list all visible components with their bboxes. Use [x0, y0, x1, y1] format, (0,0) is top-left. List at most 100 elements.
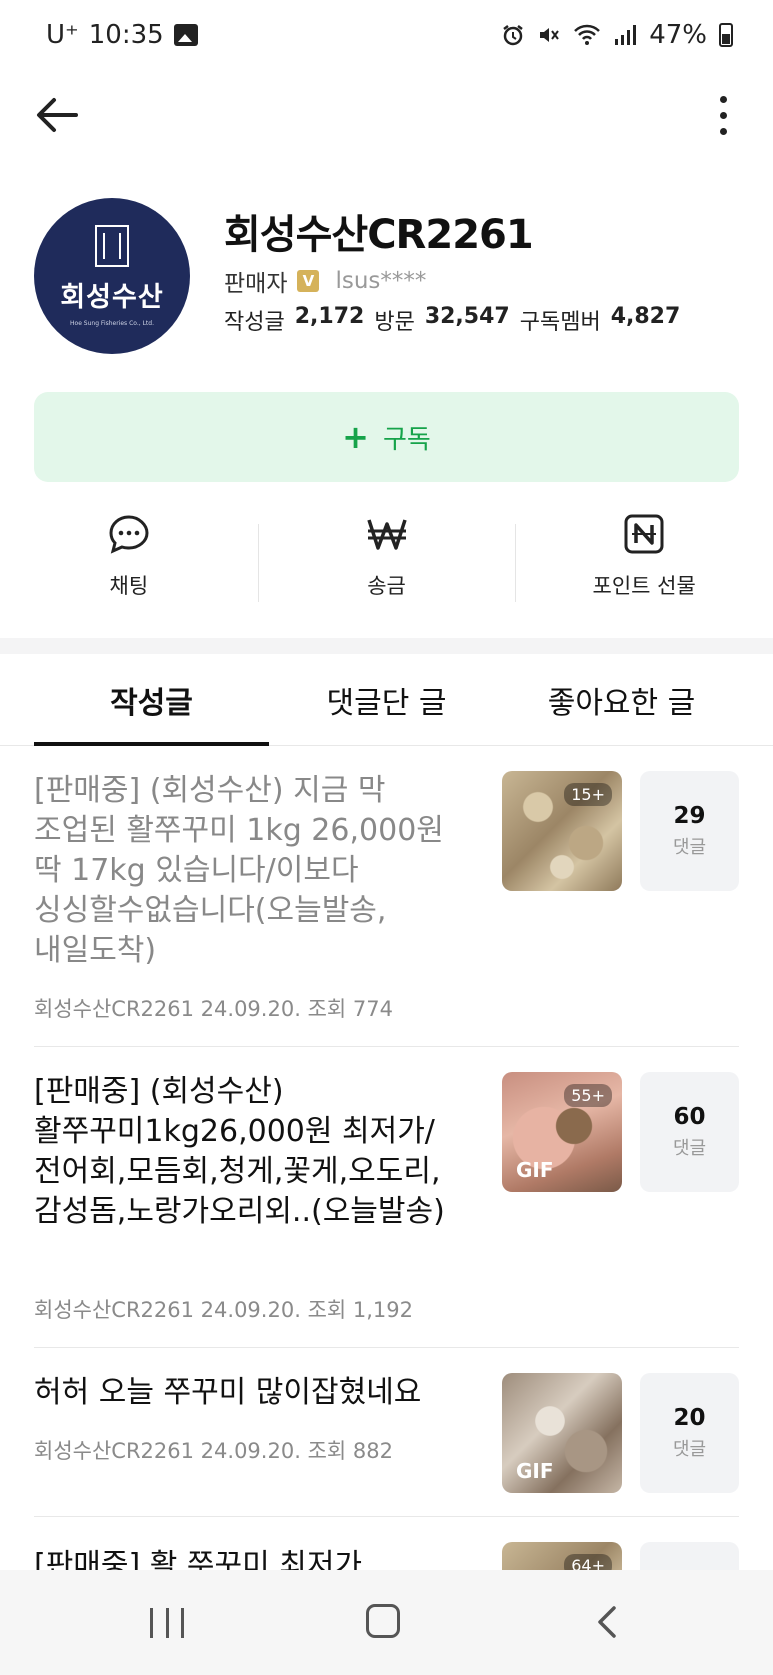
battery-percent: 47%: [649, 20, 707, 50]
post-title[interactable]: [판매중] (회성수산) 지금 막 조업된 활쭈꾸미 1kg 26,000원 딱…: [34, 771, 454, 971]
post-meta: 회성수산CR2261 24.09.20. 조회 882: [34, 1435, 393, 1465]
post-thumbnail[interactable]: GIF: [502, 1373, 622, 1493]
comment-count: 60: [673, 1104, 706, 1130]
profile-header: 회성수산 Hoe Sung Fisheries Co., Ltd. 회성수산CR…: [34, 198, 739, 358]
members-stat-value: 4,827: [610, 304, 681, 329]
more-options-button[interactable]: [703, 89, 743, 141]
more-dot-icon: [719, 95, 727, 103]
chat-button[interactable]: 채팅: [0, 512, 258, 612]
recent-apps-icon: [165, 1608, 169, 1638]
post-views: 774: [352, 997, 393, 1021]
post-views-label: 조회: [307, 1439, 347, 1463]
avatar[interactable]: 회성수산 Hoe Sung Fisheries Co., Ltd.: [34, 198, 190, 354]
transfer-label: 송금: [367, 574, 406, 598]
post-title[interactable]: [판매중] 활 쭈꾸미 최저가: [34, 1546, 454, 1570]
post-author: 회성수산CR2261: [34, 1298, 194, 1322]
avatar-brand-text: 회성수산: [60, 282, 164, 313]
post-views-label: 조회: [307, 1298, 347, 1322]
back-button[interactable]: [30, 87, 86, 143]
chat-bubble-icon: [107, 512, 151, 556]
chevron-left-icon: [598, 1606, 616, 1638]
point-gift-label: 포인트 선물: [592, 574, 696, 598]
content-tabs: 작성글 댓글단 글 좋아요한 글: [0, 654, 773, 746]
post-date: 24.09.20.: [200, 1298, 301, 1322]
members-stat-label: 구독멤버: [519, 310, 601, 335]
thumb-image-count: 55+: [564, 1084, 612, 1107]
plus-icon: +: [342, 418, 369, 456]
thumb-image-count: 64+: [564, 1554, 612, 1570]
top-nav: [0, 75, 773, 155]
visits-stat-value: 32,547: [424, 304, 510, 329]
profile-name: 회성수산CR2261: [224, 212, 534, 258]
post-item[interactable]: [판매중] (회성수산) 활쭈꾸미1kg26,000원 최저가/전어회,모듬회,…: [34, 1048, 739, 1348]
system-back-button[interactable]: [590, 1604, 626, 1640]
chat-label: 채팅: [109, 574, 149, 598]
post-title[interactable]: 허허 오늘 쭈꾸미 많이잡혔네요: [34, 1373, 454, 1413]
post-author: 회성수산CR2261: [34, 1439, 194, 1463]
clock: 10:35: [88, 20, 164, 50]
posts-stat-label: 작성글: [224, 310, 285, 335]
thumb-image-count: 15+: [564, 783, 612, 806]
post-thumbnail[interactable]: 55+ GIF: [502, 1072, 622, 1192]
recent-apps-button[interactable]: [150, 1608, 184, 1638]
status-left: U⁺ 10:35: [46, 20, 198, 50]
post-views-label: 조회: [307, 997, 347, 1021]
comment-count: 20: [673, 1405, 706, 1431]
gif-badge: GIF: [516, 1459, 554, 1483]
signal-icon: [615, 25, 637, 45]
system-nav-bar: [0, 1570, 773, 1675]
wifi-icon: [574, 24, 601, 45]
post-item[interactable]: 허허 오늘 쭈꾸미 많이잡혔네요 회성수산CR2261 24.09.20. 조회…: [34, 1349, 739, 1517]
comment-count: 29: [673, 803, 706, 829]
profile-actions: 채팅 송금 포인트 선물: [0, 512, 773, 612]
recent-apps-icon: [150, 1608, 153, 1638]
alarm-icon: [503, 25, 523, 46]
point-gift-button[interactable]: 포인트 선물: [515, 512, 773, 612]
subscribe-label: 구독: [382, 424, 431, 455]
gif-badge: GIF: [516, 1158, 554, 1182]
avatar-subtext: Hoe Sung Fisheries Co., Ltd.: [70, 320, 154, 327]
post-title[interactable]: [판매중] (회성수산) 활쭈꾸미1kg26,000원 최저가/전어회,모듬회,…: [34, 1072, 454, 1232]
subscribe-button[interactable]: + 구독: [34, 392, 739, 482]
visits-stat-label: 방문: [374, 310, 415, 335]
status-right: 47%: [501, 20, 733, 50]
seller-role: 판매자: [224, 271, 288, 297]
post-thumbnail[interactable]: 64+: [502, 1542, 622, 1570]
comment-count-box[interactable]: 29 댓글: [640, 771, 739, 891]
comment-label: 댓글: [672, 1439, 707, 1460]
post-date: 24.09.20.: [200, 1439, 301, 1463]
user-id: lsus****: [335, 268, 427, 294]
post-item[interactable]: [판매중] (회성수산) 지금 막 조업된 활쭈꾸미 1kg 26,000원 딱…: [34, 747, 739, 1047]
won-currency-icon: [365, 512, 409, 556]
post-views: 882: [352, 1439, 393, 1463]
posts-stat-value: 2,172: [294, 304, 365, 329]
post-thumbnail[interactable]: 15+: [502, 771, 622, 891]
section-divider: [0, 638, 773, 654]
tab-liked[interactable]: 좋아요한 글: [504, 654, 739, 745]
more-dot-icon: [719, 127, 727, 135]
home-button[interactable]: [366, 1604, 400, 1638]
post-item[interactable]: [판매중] 활 쭈꾸미 최저가 64+: [34, 1518, 739, 1570]
carrier-label: U⁺: [46, 20, 79, 50]
image-icon: [173, 24, 198, 46]
seal-logo-icon: [95, 225, 129, 267]
battery-icon: [719, 23, 733, 47]
recent-apps-icon: [181, 1608, 184, 1638]
verified-badge-icon: V: [297, 270, 320, 292]
comment-label: 댓글: [672, 837, 707, 858]
comment-count-box[interactable]: [640, 1542, 739, 1570]
arrow-left-icon: [37, 98, 78, 132]
tab-commented[interactable]: 댓글단 글: [269, 654, 504, 745]
comment-label: 댓글: [672, 1138, 707, 1159]
status-bar: U⁺ 10:35 47%: [0, 0, 773, 75]
post-author: 회성수산CR2261: [34, 997, 194, 1021]
post-views: 1,192: [352, 1298, 414, 1322]
tab-posts[interactable]: 작성글: [34, 654, 269, 746]
post-meta: 회성수산CR2261 24.09.20. 조회 1,192: [34, 1294, 413, 1324]
comment-count-box[interactable]: 20 댓글: [640, 1373, 739, 1493]
profile-meta: 판매자 V lsus****: [224, 264, 426, 298]
post-meta: 회성수산CR2261 24.09.20. 조회 774: [34, 993, 393, 1023]
transfer-button[interactable]: 송금: [257, 512, 516, 612]
more-dot-icon: [719, 111, 727, 119]
comment-count-box[interactable]: 60 댓글: [640, 1072, 739, 1192]
